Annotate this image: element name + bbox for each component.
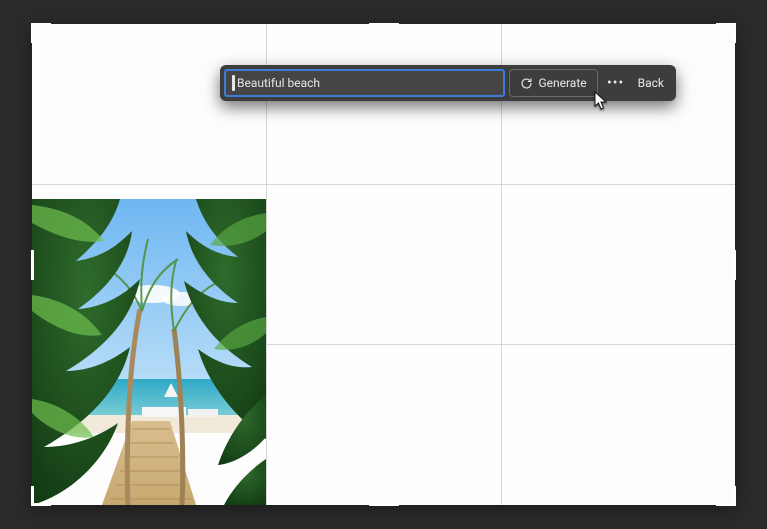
grid-guide <box>32 184 735 185</box>
prompt-input[interactable]: Beautiful beach <box>224 69 505 97</box>
regenerate-icon <box>520 77 533 90</box>
generate-label: Generate <box>538 76 586 90</box>
generate-button[interactable]: Generate <box>509 69 597 97</box>
crop-handle-br[interactable] <box>716 486 736 506</box>
crop-handle-right[interactable] <box>733 250 736 280</box>
crop-handle-tl[interactable] <box>31 23 51 43</box>
back-label: Back <box>638 76 664 90</box>
crop-handle-tr[interactable] <box>716 23 736 43</box>
crop-handle-top[interactable] <box>369 23 399 26</box>
more-icon: ••• <box>607 75 624 91</box>
text-cursor <box>232 75 235 91</box>
generative-fill-taskbar: Beautiful beach Generate ••• Back <box>220 65 676 101</box>
prompt-value: Beautiful beach <box>237 77 320 89</box>
beach-photo <box>32 199 266 505</box>
crop-handle-bottom[interactable] <box>369 503 399 506</box>
more-options-button[interactable]: ••• <box>602 69 630 97</box>
back-button[interactable]: Back <box>634 76 668 90</box>
